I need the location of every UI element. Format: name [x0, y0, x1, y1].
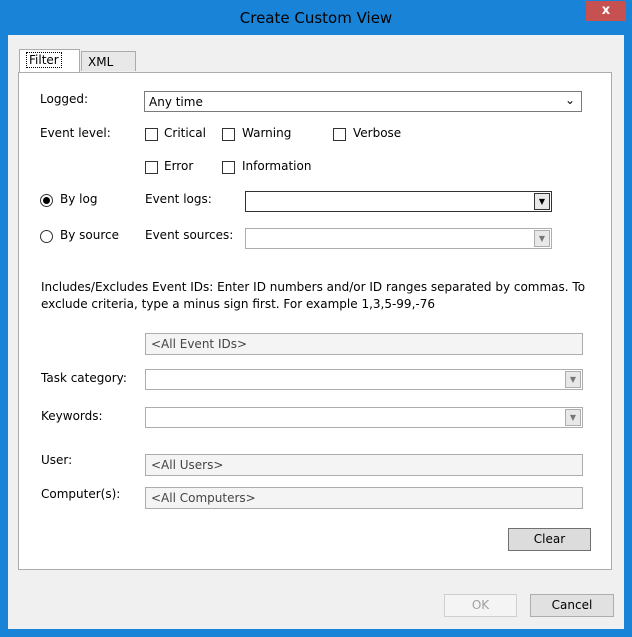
event-sources-label: Event sources: [145, 228, 234, 242]
tab-filter[interactable]: Filter [19, 49, 80, 72]
event-logs-dropdown[interactable]: ▼ [245, 191, 552, 212]
ok-button[interactable]: OK [444, 594, 517, 617]
tab-filter-label: Filter [26, 52, 62, 68]
warning-checkbox[interactable] [222, 128, 235, 141]
error-checkbox[interactable] [145, 161, 158, 174]
dropdown-arrow-icon[interactable]: ▼ [565, 409, 581, 426]
computer-input[interactable]: <All Computers> [145, 487, 583, 509]
warning-label: Warning [242, 126, 292, 140]
dropdown-arrow-icon[interactable]: ▼ [534, 193, 550, 210]
critical-checkbox[interactable] [145, 128, 158, 141]
computer-placeholder: <All Computers> [151, 491, 256, 505]
event-level-label: Event level: [40, 126, 111, 140]
event-ids-input[interactable]: <All Event IDs> [145, 333, 583, 355]
by-log-radio[interactable] [40, 194, 53, 207]
logged-value: Any time [149, 95, 203, 109]
cancel-button[interactable]: Cancel [530, 594, 614, 617]
user-input[interactable]: <All Users> [145, 454, 583, 476]
logged-label: Logged: [40, 92, 89, 106]
verbose-checkbox[interactable] [333, 128, 346, 141]
clear-button[interactable]: Clear [508, 528, 591, 551]
by-log-label: By log [60, 192, 98, 206]
task-category-label: Task category: [41, 371, 127, 385]
by-source-label: By source [60, 228, 119, 242]
task-category-dropdown[interactable]: ▼ [145, 369, 583, 390]
keywords-dropdown[interactable]: ▼ [145, 407, 583, 428]
event-logs-label: Event logs: [145, 192, 212, 206]
computer-label: Computer(s): [41, 487, 121, 501]
information-checkbox[interactable] [222, 161, 235, 174]
verbose-label: Verbose [353, 126, 402, 140]
critical-label: Critical [164, 126, 206, 140]
chevron-down-icon: ⌄ [564, 93, 575, 107]
error-label: Error [164, 159, 194, 173]
dialog-title: Create Custom View [239, 9, 393, 27]
create-custom-view-dialog: Create Custom View x Filter XML Logged: … [0, 0, 632, 637]
event-sources-dropdown[interactable]: ▼ [245, 228, 552, 249]
close-button[interactable]: x [586, 1, 626, 21]
dialog-body: Filter XML Logged: Any time ⌄ Event leve… [8, 35, 624, 629]
event-ids-description: Includes/Excludes Event IDs: Enter ID nu… [41, 280, 586, 311]
information-label: Information [242, 159, 312, 173]
tab-xml[interactable]: XML [81, 51, 136, 71]
dropdown-arrow-icon[interactable]: ▼ [534, 230, 550, 247]
filter-panel: Logged: Any time ⌄ Event level: Critical… [18, 72, 612, 570]
by-source-radio[interactable] [40, 230, 53, 243]
keywords-label: Keywords: [41, 409, 103, 423]
dropdown-arrow-icon[interactable]: ▼ [565, 371, 581, 388]
title-bar[interactable]: Create Custom View x [0, 0, 632, 35]
event-ids-placeholder: <All Event IDs> [151, 337, 248, 351]
user-label: User: [41, 453, 73, 467]
user-placeholder: <All Users> [151, 458, 224, 472]
logged-select[interactable]: Any time ⌄ [144, 91, 582, 112]
